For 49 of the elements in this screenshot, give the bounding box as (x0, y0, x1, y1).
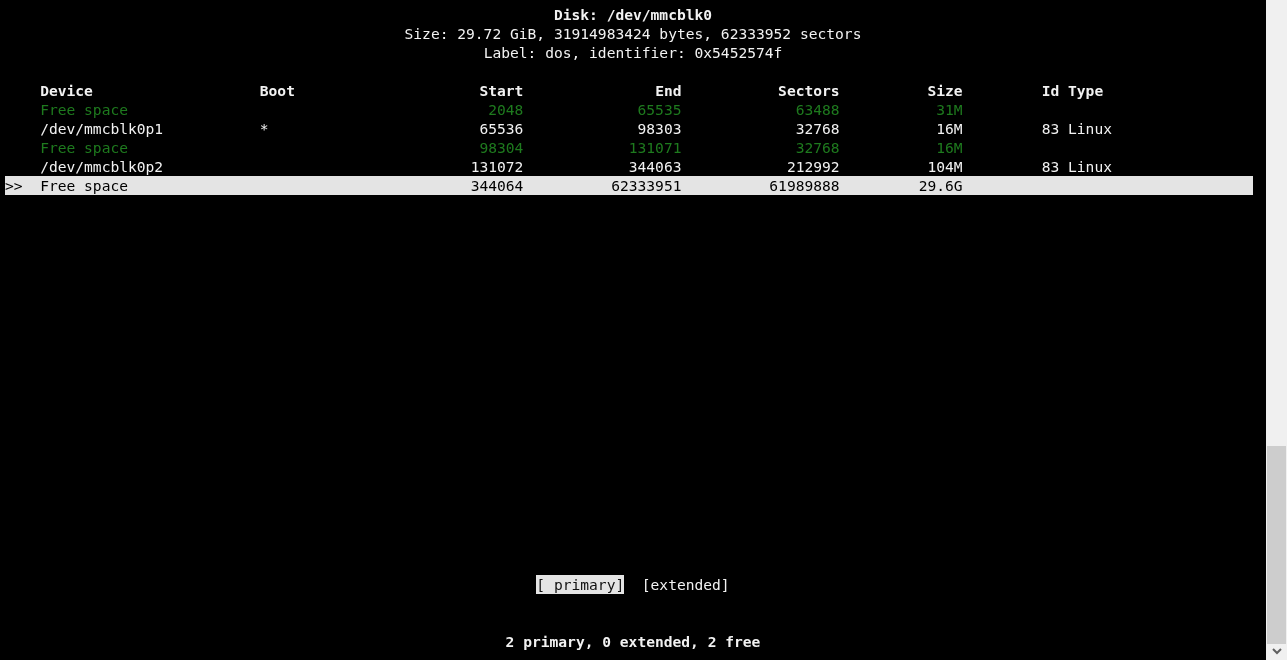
disk-label: Label: dos, identifier: 0x5452574f (483, 43, 783, 62)
table-cell-text: 62333951 (610, 176, 682, 195)
table-cell-text: 83 Linux (1041, 157, 1113, 176)
table-cell-text: 344063 (627, 157, 682, 176)
table-cell-text: Free space (40, 176, 129, 195)
table-cell-text: 98303 (636, 119, 682, 138)
column-header: Size (926, 81, 963, 100)
table-cell-text: 61989888 (768, 176, 840, 195)
column-header: Id Type (1041, 81, 1105, 100)
disk-size: Size: 29.72 GiB, 31914983424 bytes, 62333952 sectors (404, 24, 862, 43)
status-text: 2 primary, 0 extended, 2 free (505, 632, 761, 651)
table-cell-text: /dev/mmcblk0p1 (40, 119, 165, 138)
column-header: Boot (259, 81, 296, 100)
table-cell-text: 16M (935, 119, 963, 138)
table-cell-text: 212992 (785, 157, 840, 176)
table-cell-text: Free space (40, 138, 129, 157)
table-cell-text: 131071 (627, 138, 682, 157)
table-row[interactable]: /dev/mmcblk0p1 * 65536 98303 32768 16M 83 Linux (5, 119, 1253, 138)
table-cell-text: Free space (40, 100, 129, 119)
table-cell-text: 104M (926, 157, 963, 176)
table-cell-text: 29.6G (917, 176, 963, 195)
table-row[interactable]: Free space 98304 131071 32768 16M (5, 138, 1253, 157)
menu-button[interactable]: [extended] (641, 575, 730, 594)
table-cell-text: * (259, 119, 270, 138)
table-cell-text: /dev/mmcblk0p2 (40, 157, 165, 176)
table-cell-text: 344064 (469, 176, 524, 195)
table-cell-text: 63488 (794, 100, 840, 119)
column-header: Device (40, 81, 94, 100)
column-header: Start (478, 81, 524, 100)
table-row[interactable]: Free space 2048 65535 63488 31M (5, 100, 1253, 119)
table-cell-text: 65535 (636, 100, 682, 119)
table-cell-text: 83 Linux (1041, 119, 1113, 138)
table-cell-text: 31M (935, 100, 963, 119)
column-header: End (654, 81, 682, 100)
table-cell-text: 16M (935, 138, 963, 157)
column-header: Sectors (777, 81, 840, 100)
table-cell-text: 2048 (487, 100, 524, 119)
menu-button[interactable]: [ primary] (536, 575, 625, 594)
cursor-marker: >> (5, 176, 24, 195)
disk-title: Disk: /dev/mmcblk0 (553, 5, 713, 24)
table-cell-text: 131072 (469, 157, 524, 176)
table-cell-text: 32768 (794, 138, 840, 157)
selected-row[interactable]: >> Free space 344064 62333951 61989888 29.6G (5, 176, 1253, 195)
table-row[interactable]: /dev/mmcblk0p2 131072 344063 212992 104M 83 Linux (5, 157, 1253, 176)
table-cell-text: 65536 (478, 119, 524, 138)
scrollbar-thumb[interactable] (1267, 446, 1286, 644)
scrollbar[interactable] (1266, 0, 1287, 660)
table-cell-text: 32768 (794, 119, 840, 138)
table-cell-text: 98304 (478, 138, 524, 157)
